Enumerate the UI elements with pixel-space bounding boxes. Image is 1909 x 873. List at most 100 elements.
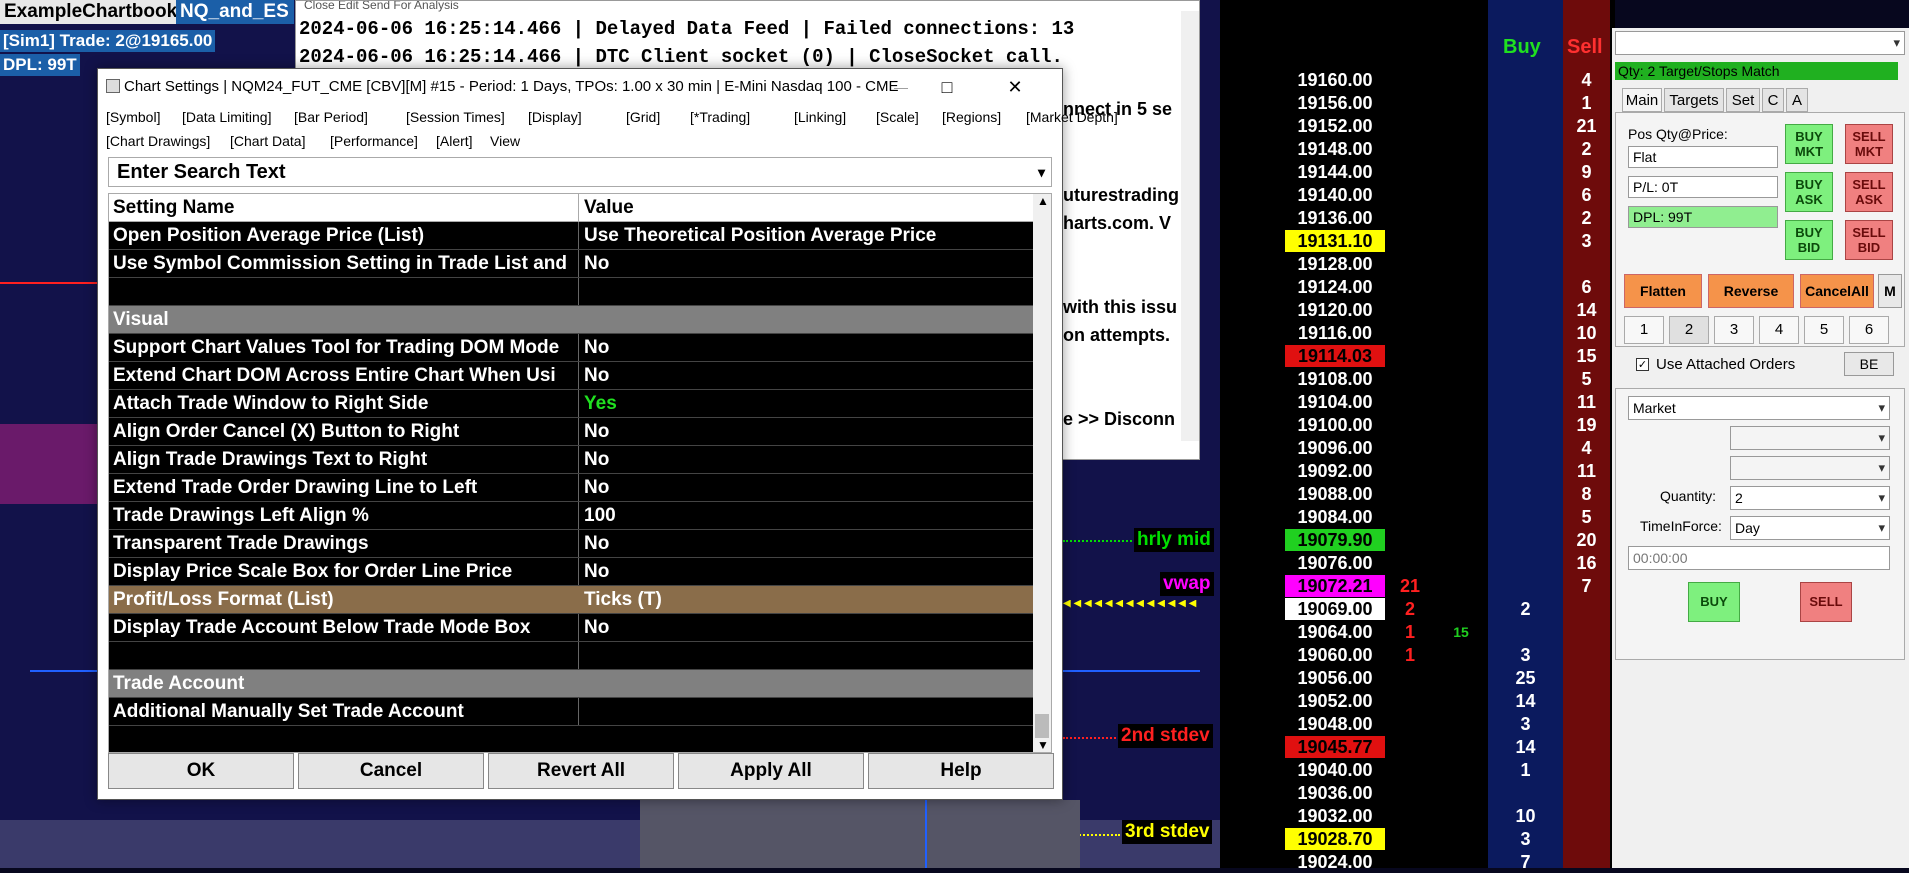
settings-menu-item[interactable]: [*Trading] [690, 109, 750, 125]
minimize-icon[interactable]: — [878, 69, 924, 105]
flatten-button[interactable]: Flatten [1624, 274, 1702, 308]
settings-row[interactable]: Align Order Cancel (X) Button to Right No [109, 418, 1033, 446]
qty-preset-button[interactable]: 5 [1804, 316, 1844, 344]
buy-ask-button[interactable]: BUY ASK [1785, 172, 1833, 212]
search-input[interactable]: Enter Search Text ▾ [108, 157, 1052, 187]
dom-price[interactable]: 19032.00 [1285, 805, 1385, 827]
dom-sell-qty[interactable]: 16 [1563, 552, 1610, 574]
dom-price[interactable]: 19036.00 [1285, 782, 1385, 804]
order-price-select-2[interactable] [1730, 456, 1890, 480]
dom-sell-qty[interactable]: 6 [1563, 184, 1610, 206]
trade-tab[interactable]: C [1762, 88, 1784, 112]
dom-buy-qty[interactable]: 7 [1488, 851, 1563, 873]
settings-menu-item[interactable]: [Grid] [626, 109, 660, 125]
dom-sell-qty[interactable]: 4 [1563, 437, 1610, 459]
settings-menu-item[interactable]: View [490, 133, 520, 149]
settings-row[interactable] [109, 642, 1033, 670]
setting-value[interactable]: No [580, 558, 1037, 585]
buy-bid-button[interactable]: BUY BID [1785, 220, 1833, 260]
settings-menu-item[interactable]: [Market Depth] [1026, 109, 1118, 125]
settings-menu-item[interactable]: [Bar Period] [294, 109, 368, 125]
settings-section-row[interactable]: Visual [109, 306, 1033, 334]
dom-sell-qty[interactable]: 5 [1563, 368, 1610, 390]
dom-price[interactable]: 19160.00 [1285, 69, 1385, 91]
setting-value[interactable] [580, 642, 1037, 669]
setting-value[interactable]: No [580, 418, 1037, 445]
chart-tab[interactable]: NQ_and_ES [176, 0, 294, 24]
dom-buy-qty[interactable]: 25 [1488, 667, 1563, 689]
setting-value[interactable] [580, 278, 1037, 305]
m-button[interactable]: M [1878, 274, 1902, 308]
settings-row[interactable]: Extend Trade Order Drawing Line to Left N… [109, 474, 1033, 502]
dom-price[interactable]: 19100.00 [1285, 414, 1385, 436]
qty-preset-button[interactable]: 6 [1849, 316, 1889, 344]
setting-value[interactable] [580, 670, 1037, 697]
settings-row[interactable]: Display Price Scale Box for Order Line P… [109, 558, 1033, 586]
dom-price[interactable]: 19136.00 [1285, 207, 1385, 229]
settings-row[interactable]: Support Chart Values Tool for Trading DO… [109, 334, 1033, 362]
time-field[interactable]: 00:00:00 [1628, 546, 1890, 570]
dom-price[interactable]: 19128.00 [1285, 253, 1385, 275]
ok-button[interactable]: OK [108, 753, 294, 789]
settings-row[interactable]: Open Position Average Price (List) Use Th… [109, 222, 1033, 250]
dom-price[interactable]: 19120.00 [1285, 299, 1385, 321]
dom-price[interactable]: 19148.00 [1285, 138, 1385, 160]
setting-value[interactable]: No [580, 530, 1037, 557]
dom-buy-qty[interactable]: 3 [1488, 713, 1563, 735]
dom-buy-qty[interactable]: 2 [1488, 598, 1563, 620]
settings-menu-item[interactable]: [Performance] [330, 133, 418, 149]
dom-buy-qty[interactable]: 14 [1488, 690, 1563, 712]
dom-sell-qty[interactable]: 14 [1563, 299, 1610, 321]
dom-buy-qty[interactable]: 3 [1488, 828, 1563, 850]
trade-account-dropdown[interactable] [1615, 31, 1905, 55]
settings-row[interactable]: Trade Drawings Left Align % 100 [109, 502, 1033, 530]
dom-buy-qty[interactable]: 1 [1488, 759, 1563, 781]
dom-sell-qty[interactable]: 3 [1563, 230, 1610, 252]
scroll-thumb[interactable] [1035, 714, 1049, 738]
dom-price[interactable]: 19052.00 [1285, 690, 1385, 712]
dom-sell-qty[interactable]: 19 [1563, 414, 1610, 436]
dom-sell-qty[interactable]: 10 [1563, 322, 1610, 344]
dom-price[interactable]: 19116.00 [1285, 322, 1385, 344]
chartbook-tab[interactable]: ExampleChartbook [0, 0, 177, 24]
setting-value[interactable]: Ticks (T) [580, 586, 1037, 613]
message-log-menu[interactable]: Close Edit Send For Analysis [296, 1, 1199, 13]
settings-row[interactable]: Align Trade Drawings Text to Right No [109, 446, 1033, 474]
dom-sell-qty[interactable]: 6 [1563, 276, 1610, 298]
dom-price[interactable]: 19079.90 [1285, 529, 1385, 551]
dom-sell-qty[interactable]: 4 [1563, 69, 1610, 91]
sell-mkt-button[interactable]: SELL MKT [1845, 124, 1893, 164]
settings-menu-item[interactable]: [Symbol] [106, 109, 160, 125]
dom-sell-qty[interactable]: 9 [1563, 161, 1610, 183]
dom-price[interactable]: 19024.00 [1285, 851, 1385, 873]
order-price-select-1[interactable] [1730, 426, 1890, 450]
dom-price[interactable]: 19140.00 [1285, 184, 1385, 206]
dom-sell-qty[interactable]: 20 [1563, 529, 1610, 551]
dom-price[interactable]: 19131.10 [1285, 230, 1385, 252]
settings-menu-item[interactable]: [Session Times] [406, 109, 505, 125]
help-button[interactable]: Help [868, 753, 1054, 789]
trade-tab[interactable]: Targets [1664, 88, 1724, 112]
settings-row[interactable]: Transparent Trade Drawings No [109, 530, 1033, 558]
grid-scrollbar[interactable]: ▲ ▼ [1033, 194, 1051, 752]
dom-price[interactable]: 19092.00 [1285, 460, 1385, 482]
settings-row[interactable]: Extend Chart DOM Across Entire Chart Whe… [109, 362, 1033, 390]
setting-value[interactable]: No [580, 446, 1037, 473]
setting-value[interactable] [580, 698, 1037, 725]
settings-section-row[interactable]: Trade Account [109, 670, 1033, 698]
sell-ask-button[interactable]: SELL ASK [1845, 172, 1893, 212]
settings-menu-item[interactable]: [Chart Drawings] [106, 133, 210, 149]
setting-value[interactable]: No [580, 334, 1037, 361]
settings-row[interactable]: Profit/Loss Format (List) Ticks (T) [109, 586, 1033, 614]
dom-sell-qty[interactable]: 7 [1563, 575, 1610, 597]
settings-menu-item[interactable]: [Regions] [942, 109, 1001, 125]
dom-sell-qty[interactable]: 11 [1563, 460, 1610, 482]
buy-mkt-button[interactable]: BUY MKT [1785, 124, 1833, 164]
dom-price[interactable]: 19069.00 [1285, 598, 1385, 620]
tif-select[interactable]: Day [1730, 516, 1890, 540]
settings-menu-item[interactable]: [Linking] [794, 109, 846, 125]
dom-price[interactable]: 19108.00 [1285, 368, 1385, 390]
dom-price[interactable]: 19056.00 [1285, 667, 1385, 689]
setting-value[interactable]: No [580, 474, 1037, 501]
qty-preset-button[interactable]: 4 [1759, 316, 1799, 344]
